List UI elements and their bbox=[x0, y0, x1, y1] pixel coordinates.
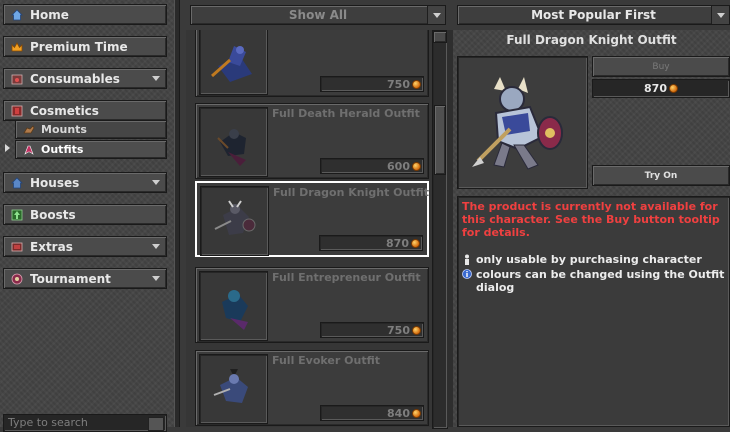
product-card-selected[interactable]: Full Dragon Knight Outfit 870 bbox=[195, 181, 429, 257]
category-label: Premium Time bbox=[30, 39, 128, 54]
coin-icon bbox=[412, 161, 421, 171]
sidebar-divider bbox=[174, 0, 180, 427]
category-label: Tournament bbox=[30, 271, 111, 286]
chevron-down-icon[interactable] bbox=[427, 6, 445, 24]
product-name: Full Evoker Outfit bbox=[272, 354, 380, 367]
category-houses[interactable]: Houses bbox=[3, 172, 167, 193]
category-label: Home bbox=[30, 7, 69, 22]
product-price: 870 bbox=[319, 235, 423, 251]
price-value: 600 bbox=[387, 159, 410, 173]
price-value: 750 bbox=[387, 323, 410, 337]
category-label: Boosts bbox=[30, 207, 76, 222]
potion-icon bbox=[10, 72, 24, 86]
product-thumbnail bbox=[199, 354, 268, 424]
product-card[interactable]: 750 bbox=[195, 30, 429, 97]
chevron-down-icon bbox=[152, 76, 160, 81]
category-home[interactable]: Home bbox=[3, 4, 167, 25]
boost-icon bbox=[10, 208, 24, 222]
chevron-down-icon bbox=[152, 244, 160, 249]
category-tournament[interactable]: Tournament bbox=[3, 268, 167, 289]
product-card[interactable]: Full Evoker Outfit 840 bbox=[195, 350, 429, 426]
category-boosts[interactable]: Boosts bbox=[3, 204, 167, 225]
product-thumbnail bbox=[199, 107, 268, 177]
sidebar-item-label: Mounts bbox=[41, 123, 87, 136]
chevron-down-icon[interactable] bbox=[711, 6, 729, 24]
coin-icon bbox=[412, 325, 421, 335]
character-icon bbox=[462, 254, 472, 268]
category-label: Cosmetics bbox=[30, 103, 99, 118]
clear-search-icon[interactable] bbox=[148, 417, 164, 431]
coin-icon bbox=[411, 238, 420, 248]
product-title: Full Dragon Knight Outfit bbox=[506, 33, 677, 47]
outfit-preview bbox=[457, 56, 588, 189]
category-premium-time[interactable]: Premium Time bbox=[3, 36, 167, 57]
search-placeholder: Type to search bbox=[8, 416, 88, 429]
coin-icon bbox=[412, 408, 421, 418]
buy-button[interactable]: Buy bbox=[592, 56, 730, 77]
price-value: 750 bbox=[387, 77, 410, 91]
coin-icon bbox=[412, 79, 421, 89]
sidebar-item-label: Outfits bbox=[41, 143, 84, 156]
note-item: only usable by purchasing character bbox=[462, 253, 725, 268]
sidebar-item-mounts[interactable]: Mounts bbox=[15, 120, 167, 139]
note-text: only usable by purchasing character bbox=[476, 253, 702, 266]
category-cosmetics[interactable]: Cosmetics bbox=[3, 100, 167, 121]
product-price: 600 bbox=[320, 158, 424, 174]
sort-dropdown-label: Most Popular First bbox=[531, 8, 656, 22]
price-value: 840 bbox=[387, 406, 410, 420]
outfit-preview-image bbox=[472, 77, 563, 170]
product-card[interactable]: Full Entrepreneur Outfit 750 bbox=[195, 267, 429, 343]
category-label: Extras bbox=[30, 239, 73, 254]
product-thumbnail bbox=[199, 30, 268, 95]
chevron-down-icon bbox=[152, 276, 160, 281]
product-name: Full Entrepreneur Outfit bbox=[272, 271, 421, 284]
extras-icon bbox=[10, 240, 24, 254]
product-price: 840 bbox=[320, 405, 424, 421]
product-details: Full Dragon Knight Outfit Buy 870 Try On… bbox=[453, 30, 730, 427]
coin-icon bbox=[668, 84, 678, 93]
product-name: Full Dragon Knight Outfit bbox=[273, 186, 430, 199]
category-label: Houses bbox=[30, 175, 80, 190]
note-item: colours can be changed using the Outfit … bbox=[462, 268, 725, 294]
note-text: colours can be changed using the Outfit … bbox=[476, 268, 725, 294]
scroll-up-button[interactable] bbox=[433, 31, 447, 43]
sidebar-item-outfits[interactable]: Outfits bbox=[15, 140, 167, 159]
search-input[interactable]: Type to search bbox=[3, 414, 167, 432]
crown-icon bbox=[10, 40, 24, 54]
price-value: 870 bbox=[644, 82, 667, 95]
category-extras[interactable]: Extras bbox=[3, 236, 167, 257]
filter-dropdown[interactable]: Show All bbox=[190, 5, 446, 25]
price-value: 870 bbox=[386, 236, 409, 250]
house-icon bbox=[10, 176, 24, 190]
category-label: Consumables bbox=[30, 71, 120, 86]
product-list: 750 Full Death Herald Outfit 600 Full Dr… bbox=[186, 30, 448, 427]
product-list-scrollbar[interactable] bbox=[432, 30, 448, 429]
scrollbar-thumb[interactable] bbox=[434, 105, 446, 175]
outfit-icon bbox=[22, 143, 36, 157]
product-thumbnail bbox=[200, 186, 269, 256]
sort-dropdown[interactable]: Most Popular First bbox=[457, 5, 730, 25]
detail-price: 870 bbox=[592, 79, 730, 98]
info-icon bbox=[462, 269, 472, 282]
home-icon bbox=[10, 8, 24, 22]
try-on-button[interactable]: Try On bbox=[592, 165, 730, 186]
mount-icon bbox=[22, 123, 36, 137]
tournament-icon bbox=[10, 272, 24, 286]
cosmetics-icon bbox=[10, 104, 24, 118]
selected-arrow-icon bbox=[5, 144, 10, 152]
product-price: 750 bbox=[320, 76, 424, 92]
availability-warning: The product is currently not available f… bbox=[462, 200, 720, 239]
product-card[interactable]: Full Death Herald Outfit 600 bbox=[195, 103, 429, 179]
product-name: Full Death Herald Outfit bbox=[272, 107, 420, 120]
filter-dropdown-label: Show All bbox=[288, 8, 348, 22]
chevron-down-icon bbox=[152, 180, 160, 185]
category-sidebar: Home Premium Time Consumables Cosmetics … bbox=[0, 0, 174, 432]
category-consumables[interactable]: Consumables bbox=[3, 68, 167, 89]
product-price: 750 bbox=[320, 322, 424, 338]
product-description: The product is currently not available f… bbox=[457, 196, 730, 427]
product-thumbnail bbox=[199, 271, 268, 341]
